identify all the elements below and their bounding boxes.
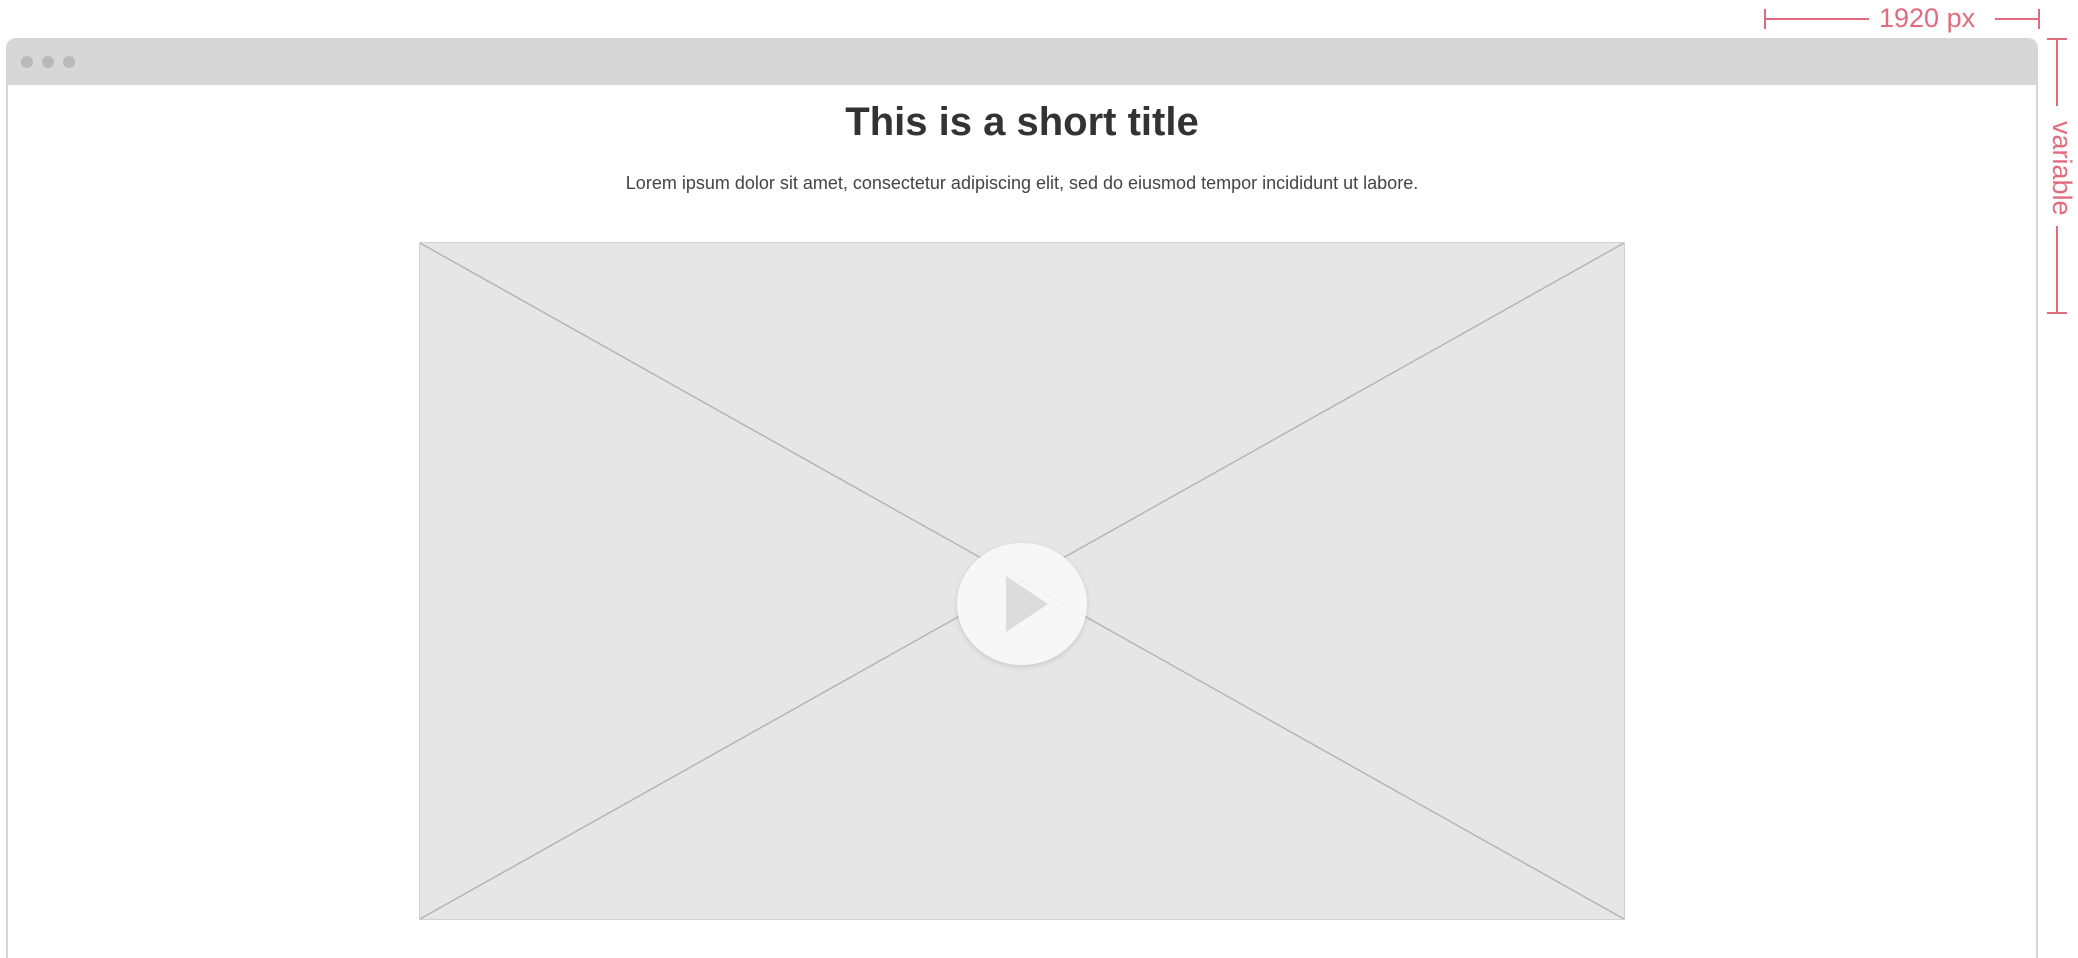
play-icon: [1006, 576, 1048, 632]
dimension-line: [1764, 18, 1869, 20]
dimension-line: [2056, 38, 2058, 106]
width-label: 1920 px: [1879, 3, 1976, 33]
window-control-dot[interactable]: [42, 56, 54, 68]
page-subtitle: Lorem ipsum dolor sit amet, consectetur …: [625, 173, 1419, 193]
dimension-line: [2056, 226, 2058, 314]
dimension-tick: [2047, 312, 2067, 314]
height-dimension-annotation: variable: [2040, 38, 2077, 314]
dimension-line: [1995, 18, 2040, 20]
browser-window: This is a short title Lorem ipsum dolor …: [6, 38, 2038, 958]
window-control-dot[interactable]: [63, 56, 75, 68]
dimension-tick: [2038, 9, 2040, 29]
browser-title-bar: [8, 40, 2036, 85]
width-dimension-annotation: 1920 px: [1764, 0, 2040, 36]
page-title: This is a short title: [845, 100, 1199, 144]
page-content: This is a short title Lorem ipsum dolor …: [8, 85, 2036, 958]
height-label: variable: [2047, 120, 2077, 216]
play-button[interactable]: [957, 543, 1087, 665]
video-placeholder[interactable]: [419, 242, 1625, 920]
window-control-dot[interactable]: [21, 56, 33, 68]
